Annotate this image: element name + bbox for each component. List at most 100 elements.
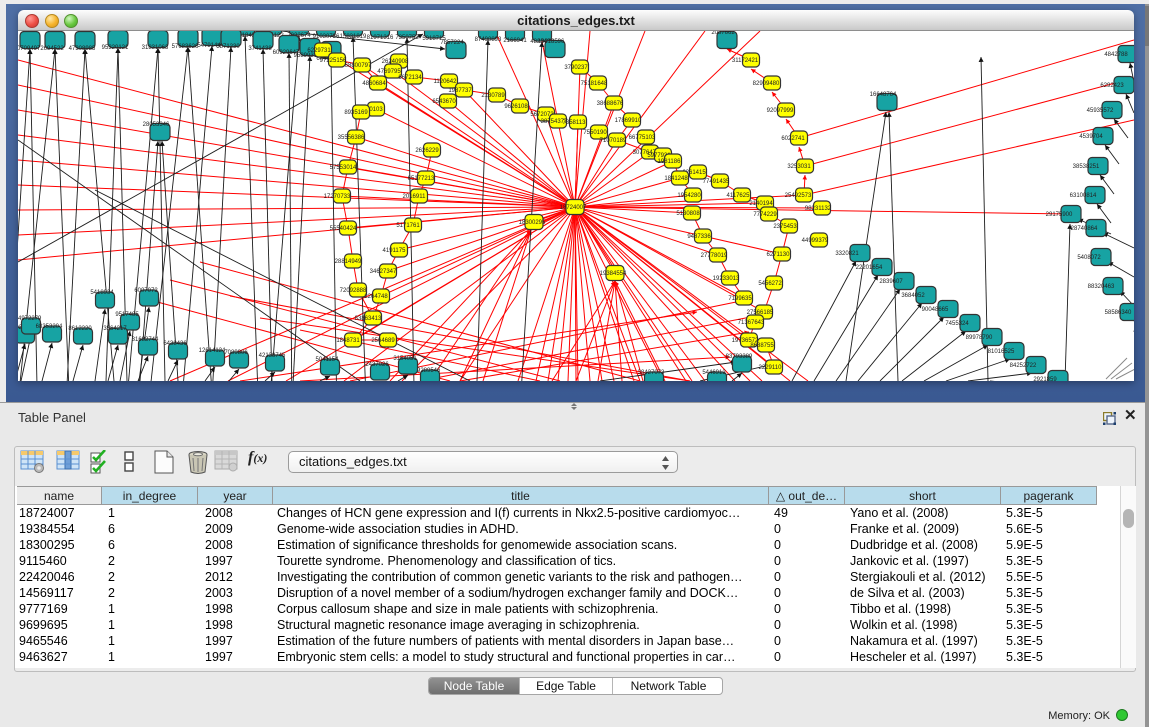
svg-text:92097999: 92097999 xyxy=(767,108,794,114)
svg-text:19218596: 19218596 xyxy=(538,39,565,45)
svg-text:5456272: 5456272 xyxy=(758,281,782,287)
svg-text:38427073: 38427073 xyxy=(638,370,665,376)
svg-text:4191175: 4191175 xyxy=(383,248,407,254)
svg-text:57553014: 57553014 xyxy=(330,165,357,171)
svg-text:34627347: 34627347 xyxy=(370,269,397,275)
svg-text:1841248: 1841248 xyxy=(664,176,688,182)
svg-text:5418934: 5418934 xyxy=(90,290,114,296)
svg-text:3741438: 3741438 xyxy=(248,46,272,52)
svg-text:7774229: 7774229 xyxy=(753,212,777,218)
svg-text:17869910: 17869910 xyxy=(615,118,642,124)
svg-text:2921859: 2921859 xyxy=(1033,377,1057,381)
svg-text:24972279: 24972279 xyxy=(18,316,42,322)
svg-text:2437026: 2437026 xyxy=(365,362,389,368)
svg-text:15831819: 15831819 xyxy=(340,34,367,40)
svg-text:5408072: 5408072 xyxy=(1077,255,1101,261)
svg-text:5130808: 5130808 xyxy=(676,211,700,217)
svg-text:1120642: 1120642 xyxy=(434,79,458,85)
svg-text:72092888: 72092888 xyxy=(340,288,367,294)
svg-text:68353204: 68353204 xyxy=(36,324,63,330)
svg-text:97225156: 97225156 xyxy=(320,58,347,64)
svg-text:27778019: 27778019 xyxy=(701,253,728,259)
svg-text:6022741: 6022741 xyxy=(781,136,805,142)
svg-text:3871230: 3871230 xyxy=(216,44,240,50)
svg-text:81016525: 81016525 xyxy=(988,349,1015,355)
svg-text:38538251: 38538251 xyxy=(1073,164,1100,170)
svg-text:84252722: 84252722 xyxy=(1010,363,1037,369)
svg-text:35556386: 35556386 xyxy=(338,135,365,141)
svg-text:82909480: 82909480 xyxy=(753,81,780,87)
svg-text:20709497: 20709497 xyxy=(18,46,41,52)
svg-text:5446912: 5446912 xyxy=(702,370,726,376)
svg-text:2016911: 2016911 xyxy=(403,194,427,200)
svg-text:16648764: 16648764 xyxy=(870,92,897,98)
svg-text:5041154: 5041154 xyxy=(316,357,340,363)
svg-text:2140194: 2140194 xyxy=(749,201,773,207)
svg-text:63100814: 63100814 xyxy=(1070,193,1097,199)
svg-text:6438436: 6438436 xyxy=(163,341,187,347)
svg-text:2564689: 2564689 xyxy=(371,338,395,344)
svg-text:2626229: 2626229 xyxy=(415,148,439,154)
svg-text:1954280: 1954280 xyxy=(677,193,701,199)
svg-text:29175900: 29175900 xyxy=(1046,212,1073,218)
svg-text:19384554: 19384554 xyxy=(600,271,627,277)
svg-text:12614124: 12614124 xyxy=(199,348,226,354)
svg-text:2375453: 2375453 xyxy=(773,224,797,230)
svg-text:6292423: 6292423 xyxy=(1100,83,1124,89)
svg-text:25492573: 25492573 xyxy=(785,193,812,199)
svg-text:98231132: 98231132 xyxy=(805,206,832,212)
svg-text:4539704: 4539704 xyxy=(1079,134,1103,140)
svg-text:2130789: 2130789 xyxy=(481,93,505,99)
svg-text:68800797: 68800797 xyxy=(345,63,372,69)
svg-text:31682744: 31682744 xyxy=(132,337,159,343)
svg-text:3684052: 3684052 xyxy=(901,293,925,299)
svg-text:8612220: 8612220 xyxy=(68,326,92,332)
svg-text:44999379: 44999379 xyxy=(802,238,829,244)
svg-text:28740864: 28740864 xyxy=(1071,226,1098,232)
svg-text:71367643: 71367643 xyxy=(738,320,765,326)
svg-text:47308985: 47308985 xyxy=(69,46,96,52)
svg-text:75181648: 75181648 xyxy=(581,81,608,87)
svg-text:6672134: 6672134 xyxy=(398,75,422,81)
svg-text:90048665: 90048665 xyxy=(922,307,949,313)
svg-text:22201654: 22201654 xyxy=(856,265,883,271)
svg-text:89978790: 89978790 xyxy=(966,335,993,341)
svg-text:9487336: 9487336 xyxy=(687,234,711,240)
svg-text:7350753: 7350753 xyxy=(395,35,419,41)
svg-text:8935169: 8935169 xyxy=(344,110,368,116)
svg-text:1848731: 1848731 xyxy=(336,338,360,344)
svg-text:3253031: 3253031 xyxy=(787,164,811,170)
svg-text:2229110: 2229110 xyxy=(759,365,783,371)
svg-text:6543670: 6543670 xyxy=(432,99,456,105)
svg-text:87490893: 87490893 xyxy=(475,37,502,43)
svg-text:3790237: 3790237 xyxy=(564,65,588,71)
svg-text:31831063: 31831063 xyxy=(142,45,169,51)
svg-text:65177213: 65177213 xyxy=(408,176,435,182)
svg-text:2087662: 2087662 xyxy=(711,31,735,36)
svg-text:7857224: 7857224 xyxy=(440,40,464,46)
svg-text:5171761: 5171761 xyxy=(396,223,420,229)
svg-text:7199635: 7199635 xyxy=(728,296,752,302)
svg-text:31172421: 31172421 xyxy=(732,58,759,64)
svg-text:88320463: 88320463 xyxy=(1088,284,1115,290)
svg-text:77491435: 77491435 xyxy=(703,179,730,185)
svg-text:57683626: 57683626 xyxy=(172,44,199,50)
svg-text:83793389: 83793389 xyxy=(726,354,753,360)
svg-text:28814949: 28814949 xyxy=(335,259,362,265)
svg-text:1981186: 1981186 xyxy=(658,159,682,165)
svg-text:55540424: 55540424 xyxy=(330,226,357,232)
svg-text:17270733: 17270733 xyxy=(324,194,351,200)
svg-text:9626108: 9626108 xyxy=(504,104,528,110)
svg-text:18300295: 18300295 xyxy=(519,220,546,226)
svg-text:6007072: 6007072 xyxy=(134,288,158,294)
svg-text:7358113: 7358113 xyxy=(563,120,587,126)
svg-text:58586340: 58586340 xyxy=(1105,310,1132,316)
svg-text:9517485: 9517485 xyxy=(115,312,139,318)
svg-text:1987737: 1987737 xyxy=(448,88,472,94)
svg-text:4117625: 4117625 xyxy=(727,193,751,199)
svg-text:7550190: 7550190 xyxy=(583,130,607,136)
svg-text:6271130: 6271130 xyxy=(767,252,791,258)
svg-text:7455324: 7455324 xyxy=(945,321,969,327)
svg-text:38688676: 38688676 xyxy=(597,101,624,107)
svg-text:3154051: 3154051 xyxy=(393,356,417,362)
